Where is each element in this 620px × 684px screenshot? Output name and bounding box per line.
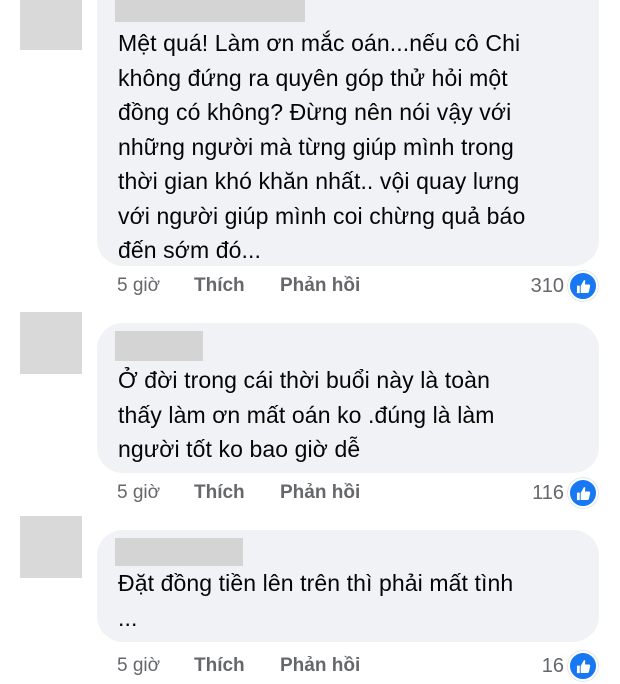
like-button[interactable]: Thích	[194, 482, 280, 504]
comment-timestamp[interactable]: 5 giờ	[117, 655, 194, 677]
comment-actions: 5 giờ Thích Phản hồi 116	[117, 478, 602, 508]
reaction-summary[interactable]: 116	[532, 478, 602, 508]
comment-actions: 5 giờ Thích Phản hồi 310	[117, 271, 602, 301]
comment-bubble: Mệt quá! Làm ơn mắc oán...nếu cô Chi khô…	[97, 0, 599, 266]
thumbs-up-icon	[568, 271, 598, 301]
author-name-redacted[interactable]	[115, 331, 203, 361]
avatar[interactable]	[20, 312, 82, 374]
comment-text: Mệt quá! Làm ơn mắc oán...nếu cô Chi khô…	[118, 30, 526, 263]
reaction-summary[interactable]: 310	[531, 271, 602, 301]
reply-button[interactable]: Phản hồi	[280, 655, 360, 677]
comment-timestamp[interactable]: 5 giờ	[117, 482, 194, 504]
thumbs-up-icon	[568, 478, 598, 508]
reaction-summary[interactable]: 16	[542, 651, 602, 681]
reply-button[interactable]: Phản hồi	[280, 482, 360, 504]
reaction-count: 116	[532, 481, 564, 504]
thumbs-up-icon	[568, 651, 598, 681]
reaction-count: 310	[530, 274, 564, 297]
comment-actions: 5 giờ Thích Phản hồi 16	[117, 651, 602, 681]
comment-bubble: Đặt đồng tiền lên trên thì phải mất tình…	[97, 530, 599, 642]
author-name-redacted[interactable]	[115, 0, 305, 22]
like-button[interactable]: Thích	[194, 275, 280, 297]
reaction-count: 16	[541, 654, 564, 677]
comment-text: Đặt đồng tiền lên trên thì phải mất tình…	[118, 570, 514, 631]
avatar[interactable]	[20, 516, 82, 578]
avatar[interactable]	[20, 0, 82, 50]
comment-bubble: Ở đời trong cái thời buổi này là toàn th…	[97, 323, 599, 473]
like-button[interactable]: Thích	[194, 655, 280, 677]
comment-timestamp[interactable]: 5 giờ	[117, 275, 194, 297]
reply-button[interactable]: Phản hồi	[280, 275, 360, 297]
author-name-redacted[interactable]	[115, 538, 243, 566]
comment-text: Ở đời trong cái thời buổi này là toàn th…	[118, 367, 495, 462]
